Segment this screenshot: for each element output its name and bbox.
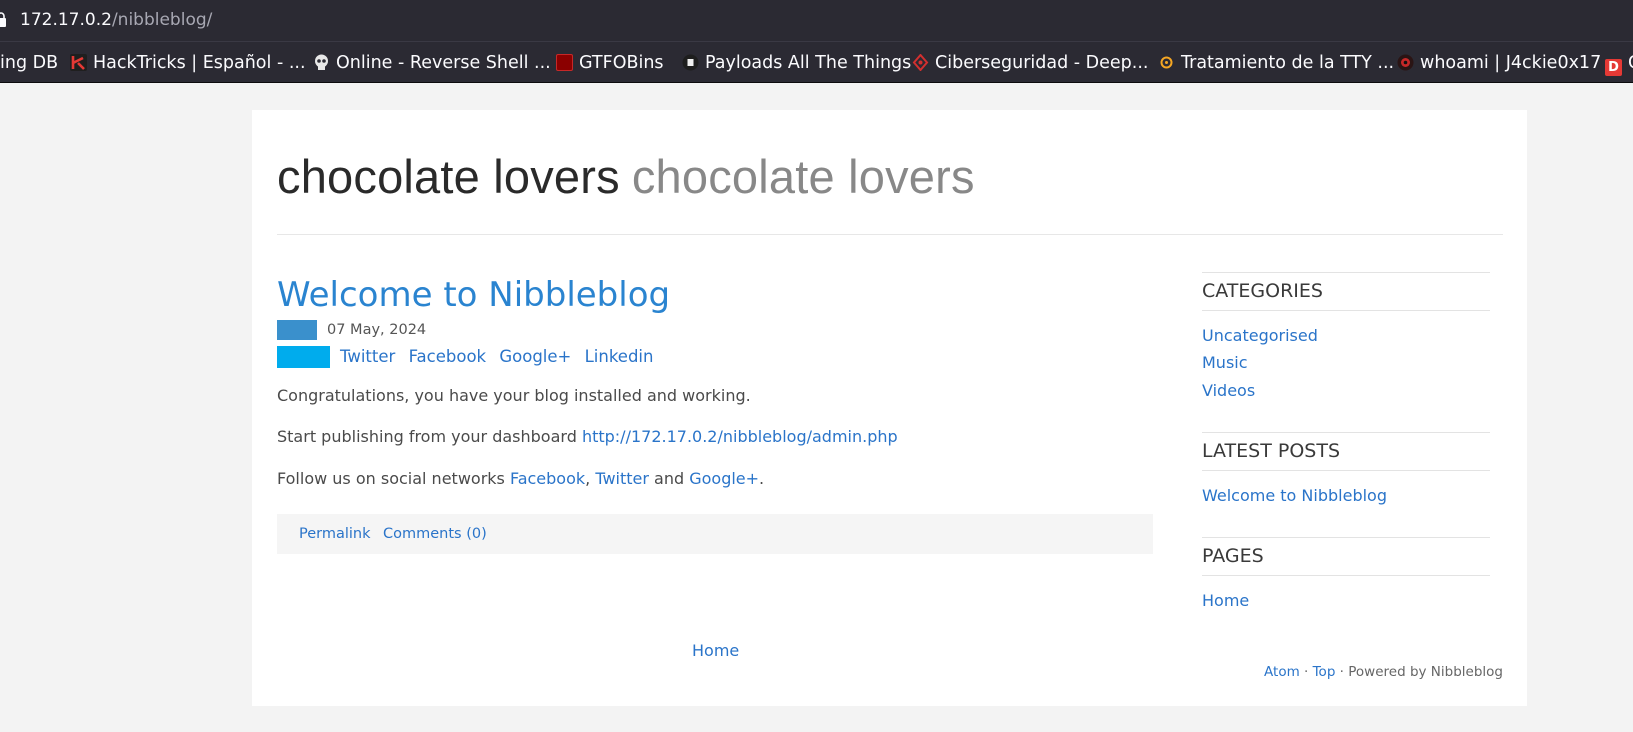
divider	[1202, 310, 1490, 311]
sidebar-item-music[interactable]: Music	[1202, 353, 1248, 373]
home-nav-link[interactable]: Home	[692, 641, 739, 661]
sidebar-item-latest-post[interactable]: Welcome to Nibbleblog	[1202, 486, 1387, 506]
powered-by-text: · Powered by Nibbleblog	[1335, 664, 1503, 680]
bookmark-label: Ciberseguridad - Deep...	[935, 53, 1149, 73]
bookmark-label: whoami | J4ckie0x17	[1420, 53, 1602, 73]
divider	[1202, 272, 1490, 273]
paragraph-text: Start publishing from your dashboard	[277, 427, 582, 446]
bookmark-item[interactable]: GTFOBins	[556, 52, 664, 74]
post-paragraph: Start publishing from your dashboard htt…	[277, 427, 898, 447]
divider	[1202, 432, 1490, 433]
bookmark-item[interactable]: HackTricks | Español - ...	[70, 52, 306, 74]
tty-icon	[1158, 54, 1175, 71]
bookmark-item[interactable]: DC	[1605, 52, 1633, 76]
whoami-icon	[1397, 54, 1414, 71]
post-title[interactable]: Welcome to Nibbleblog	[277, 274, 670, 316]
bookmark-label: GTFOBins	[579, 53, 664, 73]
pages-heading: PAGES	[1202, 545, 1264, 567]
site-slogan: chocolate lovers	[631, 150, 975, 203]
bookmark-item[interactable]: Ciberseguridad - Deep...	[912, 52, 1148, 74]
lock-icon	[0, 12, 6, 27]
site-name: chocolate lovers	[277, 150, 620, 203]
post-paragraph: Follow us on social networks Facebook, T…	[277, 469, 764, 489]
divider	[1202, 470, 1490, 471]
bookmark-label: ing DB	[0, 53, 59, 73]
comments-link[interactable]: Comments (0)	[383, 525, 487, 543]
footer-separator: ·	[1299, 664, 1313, 680]
share-twitter-link[interactable]: Twitter	[340, 347, 395, 366]
sidebar-item-home[interactable]: Home	[1202, 591, 1249, 611]
paragraph-text: and	[648, 469, 690, 488]
bookmark-item[interactable]: Payloads All The Things	[682, 52, 911, 74]
googleplus-link[interactable]: Google+	[689, 469, 759, 488]
bookmark-label: Payloads All The Things	[705, 53, 912, 73]
paragraph-text: ,	[585, 469, 596, 488]
twitter-link[interactable]: Twitter	[595, 469, 649, 488]
share-linkedin-link[interactable]: Linkedin	[585, 347, 654, 366]
bookmarks-bar: ing DB HackTricks | Español - ... Online…	[0, 41, 1633, 83]
share-facebook-link[interactable]: Facebook	[409, 347, 487, 366]
deep-icon	[912, 53, 929, 72]
blog-page: chocolate lovers chocolate lovers Welcome…	[252, 110, 1527, 706]
bookmark-label: C	[1628, 53, 1633, 73]
permalink-link[interactable]: Permalink	[299, 525, 371, 543]
divider	[1202, 575, 1490, 576]
bookmark-label: Tratamiento de la TTY ...	[1181, 53, 1395, 73]
post-footer: Permalink Comments (0)	[277, 514, 1153, 554]
gtfobins-icon	[556, 54, 573, 71]
url-bar[interactable]: 172.17.0.2/nibbleblog/	[0, 0, 1633, 41]
skull-icon	[313, 54, 330, 71]
share-icon	[277, 346, 330, 368]
sidebar-item-videos[interactable]: Videos	[1202, 381, 1255, 401]
d-icon: D	[1605, 59, 1622, 76]
latest-posts-heading: LATEST POSTS	[1202, 440, 1341, 462]
admin-link[interactable]: http://172.17.0.2/nibbleblog/admin.php	[582, 427, 898, 446]
top-link[interactable]: Top	[1313, 664, 1336, 680]
paragraph-text: .	[759, 469, 765, 488]
payloads-icon	[682, 54, 699, 71]
date-icon	[277, 320, 317, 340]
share-links: Twitter Facebook Google+ Linkedin	[340, 347, 661, 367]
url-host: 172.17.0.2	[20, 10, 112, 30]
post-paragraph: Congratulations, you have your blog inst…	[277, 386, 751, 405]
paragraph-text: Follow us on social networks	[277, 469, 510, 488]
bookmark-item[interactable]: ing DB	[0, 52, 58, 74]
url-path: /nibbleblog/	[111, 10, 213, 30]
share-googleplus-link[interactable]: Google+	[499, 347, 571, 366]
bookmark-label: HackTricks | Español - ...	[93, 53, 306, 73]
categories-heading: CATEGORIES	[1202, 280, 1323, 302]
site-title: chocolate lovers chocolate lovers	[277, 149, 975, 205]
post-date: 07 May, 2024	[327, 322, 427, 338]
page-footer: Atom · Top · Powered by Nibbleblog	[1264, 663, 1503, 681]
divider	[1202, 537, 1490, 538]
bookmark-item[interactable]: Online - Reverse Shell ...	[313, 52, 551, 74]
url-text[interactable]: 172.17.0.2/nibbleblog/	[20, 9, 212, 31]
facebook-link[interactable]: Facebook	[510, 469, 585, 488]
bookmark-label: Online - Reverse Shell ...	[336, 53, 551, 73]
divider	[277, 234, 1503, 235]
hacktricks-icon	[70, 54, 87, 71]
bookmark-item[interactable]: Tratamiento de la TTY ...	[1158, 52, 1394, 74]
atom-link[interactable]: Atom	[1264, 664, 1300, 680]
bookmark-item[interactable]: whoami | J4ckie0x17	[1397, 52, 1601, 74]
sidebar-item-uncategorised[interactable]: Uncategorised	[1202, 326, 1318, 346]
